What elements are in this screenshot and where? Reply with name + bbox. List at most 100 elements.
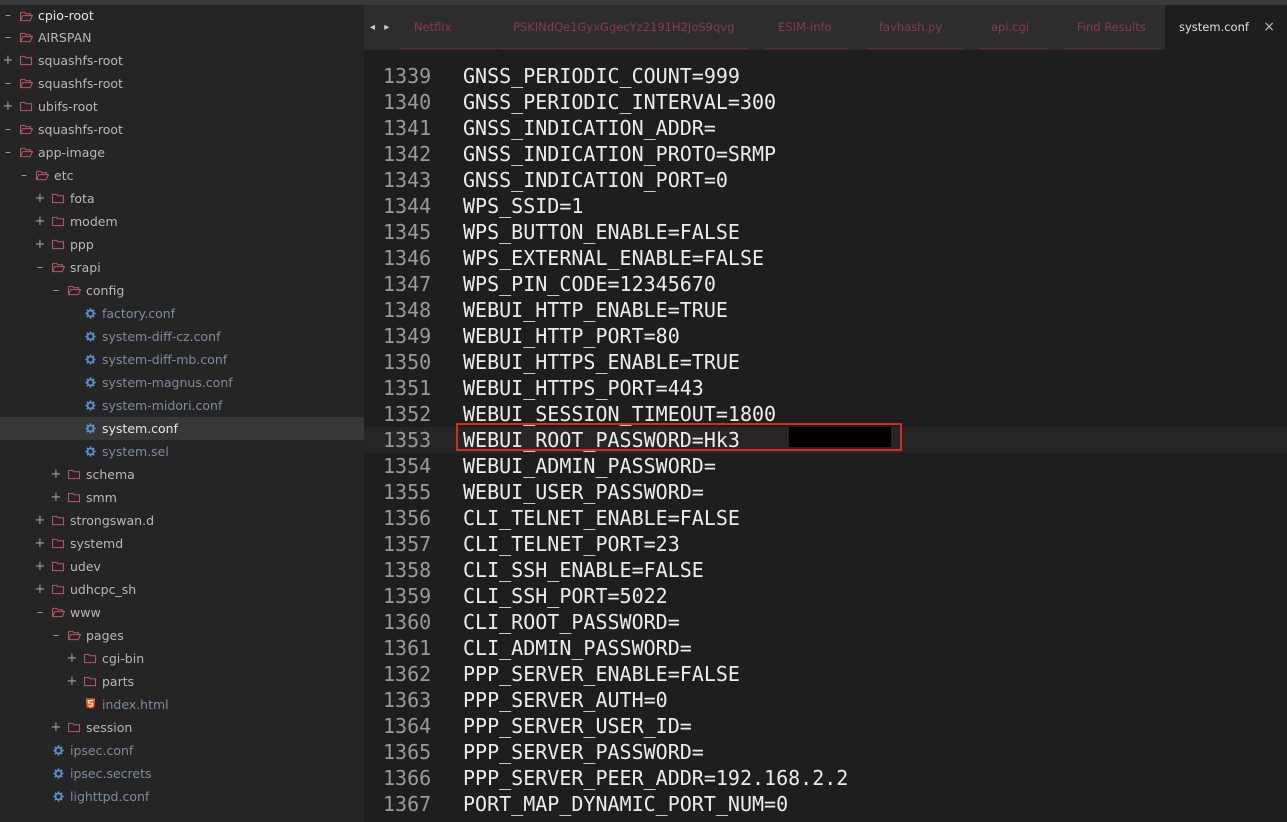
code-line[interactable]: 1343 GNSS_INDICATION_PORT=0 [364, 167, 1287, 193]
collapse-icon[interactable]: – [2, 26, 14, 49]
tree-item[interactable]: + parts [0, 670, 364, 693]
tree-item[interactable]: ipsec.conf [0, 739, 364, 762]
code-line[interactable]: 1339 GNSS_PERIODIC_COUNT=999 [364, 63, 1287, 89]
tree-item[interactable]: ipsec.secrets [0, 762, 364, 785]
tree-item[interactable]: – AIRSPAN [0, 26, 364, 49]
expand-icon[interactable]: + [2, 49, 14, 72]
code-line[interactable]: 1354 WEBUI_ADMIN_PASSWORD= [364, 453, 1287, 479]
tree-item[interactable]: + session [0, 716, 364, 739]
tree-item[interactable]: – etc [0, 164, 364, 187]
tab-underline [978, 48, 1048, 49]
expand-icon[interactable]: + [2, 95, 14, 118]
expand-icon[interactable]: + [50, 716, 62, 739]
code-line[interactable]: 1364 PPP_SERVER_USER_ID= [364, 713, 1287, 739]
tree-item[interactable]: + ppp [0, 233, 364, 256]
code-line[interactable]: 1361 CLI_ADMIN_PASSWORD= [364, 635, 1287, 661]
tab-nav-arrows[interactable]: ◂ ▸ [370, 5, 392, 50]
collapse-icon[interactable]: – [34, 601, 46, 624]
expand-icon[interactable]: + [66, 647, 78, 670]
code-line[interactable]: 1349 WEBUI_HTTP_PORT=80 [364, 323, 1287, 349]
file-tree-sidebar[interactable]: – cpio-root – AIRSPAN + squashfs-root – squashf… [0, 5, 364, 822]
tree-item[interactable]: system-diff-mb.conf [0, 348, 364, 371]
tree-item[interactable]: + fota [0, 187, 364, 210]
tab[interactable]: Netflix [401, 5, 497, 50]
tree-item[interactable]: – squashfs-root [0, 118, 364, 141]
expand-icon[interactable]: + [34, 509, 46, 532]
code-line[interactable]: 1360 CLI_ROOT_PASSWORD= [364, 609, 1287, 635]
code-line[interactable]: 1341 GNSS_INDICATION_ADDR= [364, 115, 1287, 141]
expand-icon[interactable]: + [34, 578, 46, 601]
expand-icon[interactable]: + [50, 486, 62, 509]
tab[interactable]: Find Results [1064, 5, 1159, 50]
tab[interactable]: api.cgi [978, 5, 1048, 50]
tree-item[interactable]: system-diff-cz.conf [0, 325, 364, 348]
tree-item[interactable]: index.html [0, 693, 364, 716]
tree-item[interactable]: + smm [0, 486, 364, 509]
tree-item[interactable]: – www [0, 601, 364, 624]
code-line[interactable]: 1348 WEBUI_HTTP_ENABLE=TRUE [364, 297, 1287, 323]
tree-item[interactable]: – squashfs-root [0, 72, 364, 95]
collapse-icon[interactable]: – [50, 279, 62, 302]
code-line[interactable]: 1356 CLI_TELNET_ENABLE=FALSE [364, 505, 1287, 531]
tree-item[interactable]: + strongswan.d [0, 509, 364, 532]
code-line[interactable]: 1351 WEBUI_HTTPS_PORT=443 [364, 375, 1287, 401]
tree-item[interactable]: + ubifs-root [0, 95, 364, 118]
code-editor[interactable]: 1339 GNSS_PERIODIC_COUNT=999 1340 GNSS_PERI… [364, 50, 1287, 822]
expand-icon[interactable]: + [34, 210, 46, 233]
tree-item[interactable]: – srapi [0, 256, 364, 279]
code-line[interactable]: 1367 PORT_MAP_DYNAMIC_PORT_NUM=0 [364, 791, 1287, 817]
close-tab-icon[interactable]: × [1263, 5, 1275, 49]
tab[interactable]: system.conf × [1165, 5, 1287, 50]
collapse-icon[interactable]: – [34, 256, 46, 279]
expand-icon[interactable]: + [34, 187, 46, 210]
tab[interactable]: ESIM-info [765, 5, 849, 50]
code-line[interactable]: 1342 GNSS_INDICATION_PROTO=SRMP [364, 141, 1287, 167]
code-line[interactable]: 1358 CLI_SSH_ENABLE=FALSE [364, 557, 1287, 583]
tree-item[interactable]: – pages [0, 624, 364, 647]
tree-item[interactable]: system.sel [0, 440, 364, 463]
code-line[interactable]: 1347 WPS_PIN_CODE=12345670 [364, 271, 1287, 297]
tree-item[interactable]: system-magnus.conf [0, 371, 364, 394]
expand-icon[interactable]: + [34, 532, 46, 555]
tree-item[interactable]: + modem [0, 210, 364, 233]
expand-icon[interactable]: + [34, 555, 46, 578]
collapse-icon[interactable]: – [2, 5, 14, 26]
folder-icon [52, 538, 65, 549]
code-line[interactable]: 1357 CLI_TELNET_PORT=23 [364, 531, 1287, 557]
tab[interactable]: favhash.py [866, 5, 963, 50]
tree-item[interactable]: lighttpd.conf [0, 785, 364, 808]
tree-item[interactable]: + squashfs-root [0, 49, 364, 72]
collapse-icon[interactable]: – [50, 624, 62, 647]
code-line[interactable]: 1365 PPP_SERVER_PASSWORD= [364, 739, 1287, 765]
collapse-icon[interactable]: – [2, 118, 14, 141]
code-line[interactable]: 1362 PPP_SERVER_ENABLE=FALSE [364, 661, 1287, 687]
code-line[interactable]: 1359 CLI_SSH_PORT=5022 [364, 583, 1287, 609]
tab[interactable]: PSKINdQe1GyxGgecYz2191H2JoS9qvg [500, 5, 748, 50]
code-line[interactable]: 1344 WPS_SSID=1 [364, 193, 1287, 219]
expand-icon[interactable]: + [66, 670, 78, 693]
tree-item[interactable]: + schema [0, 463, 364, 486]
tree-item[interactable]: – config [0, 279, 364, 302]
collapse-icon[interactable]: – [18, 164, 30, 187]
collapse-icon[interactable]: – [2, 72, 14, 95]
code-line[interactable]: 1366 PPP_SERVER_PEER_ADDR=192.168.2.2 [364, 765, 1287, 791]
tree-item[interactable]: – cpio-root [0, 5, 364, 26]
tree-item[interactable]: + udhcpc_sh [0, 578, 364, 601]
expand-icon[interactable]: + [34, 233, 46, 256]
tree-item[interactable]: system.conf [0, 417, 364, 440]
code-line[interactable]: 1355 WEBUI_USER_PASSWORD= [364, 479, 1287, 505]
tree-item[interactable]: system-midori.conf [0, 394, 364, 417]
tree-item[interactable]: + cgi-bin [0, 647, 364, 670]
code-line[interactable]: 1345 WPS_BUTTON_ENABLE=FALSE [364, 219, 1287, 245]
tree-item[interactable]: – app-image [0, 141, 364, 164]
collapse-icon[interactable]: – [2, 141, 14, 164]
tree-item[interactable]: + udev [0, 555, 364, 578]
code-line[interactable]: 1340 GNSS_PERIODIC_INTERVAL=300 [364, 89, 1287, 115]
tree-item[interactable]: + systemd [0, 532, 364, 555]
code-line[interactable]: 1363 PPP_SERVER_AUTH=0 [364, 687, 1287, 713]
tree-item[interactable]: factory.conf [0, 302, 364, 325]
expand-icon[interactable]: + [50, 463, 62, 486]
code-line[interactable]: 1346 WPS_EXTERNAL_ENABLE=FALSE [364, 245, 1287, 271]
folder-open-icon [20, 147, 33, 158]
code-line[interactable]: 1350 WEBUI_HTTPS_ENABLE=TRUE [364, 349, 1287, 375]
